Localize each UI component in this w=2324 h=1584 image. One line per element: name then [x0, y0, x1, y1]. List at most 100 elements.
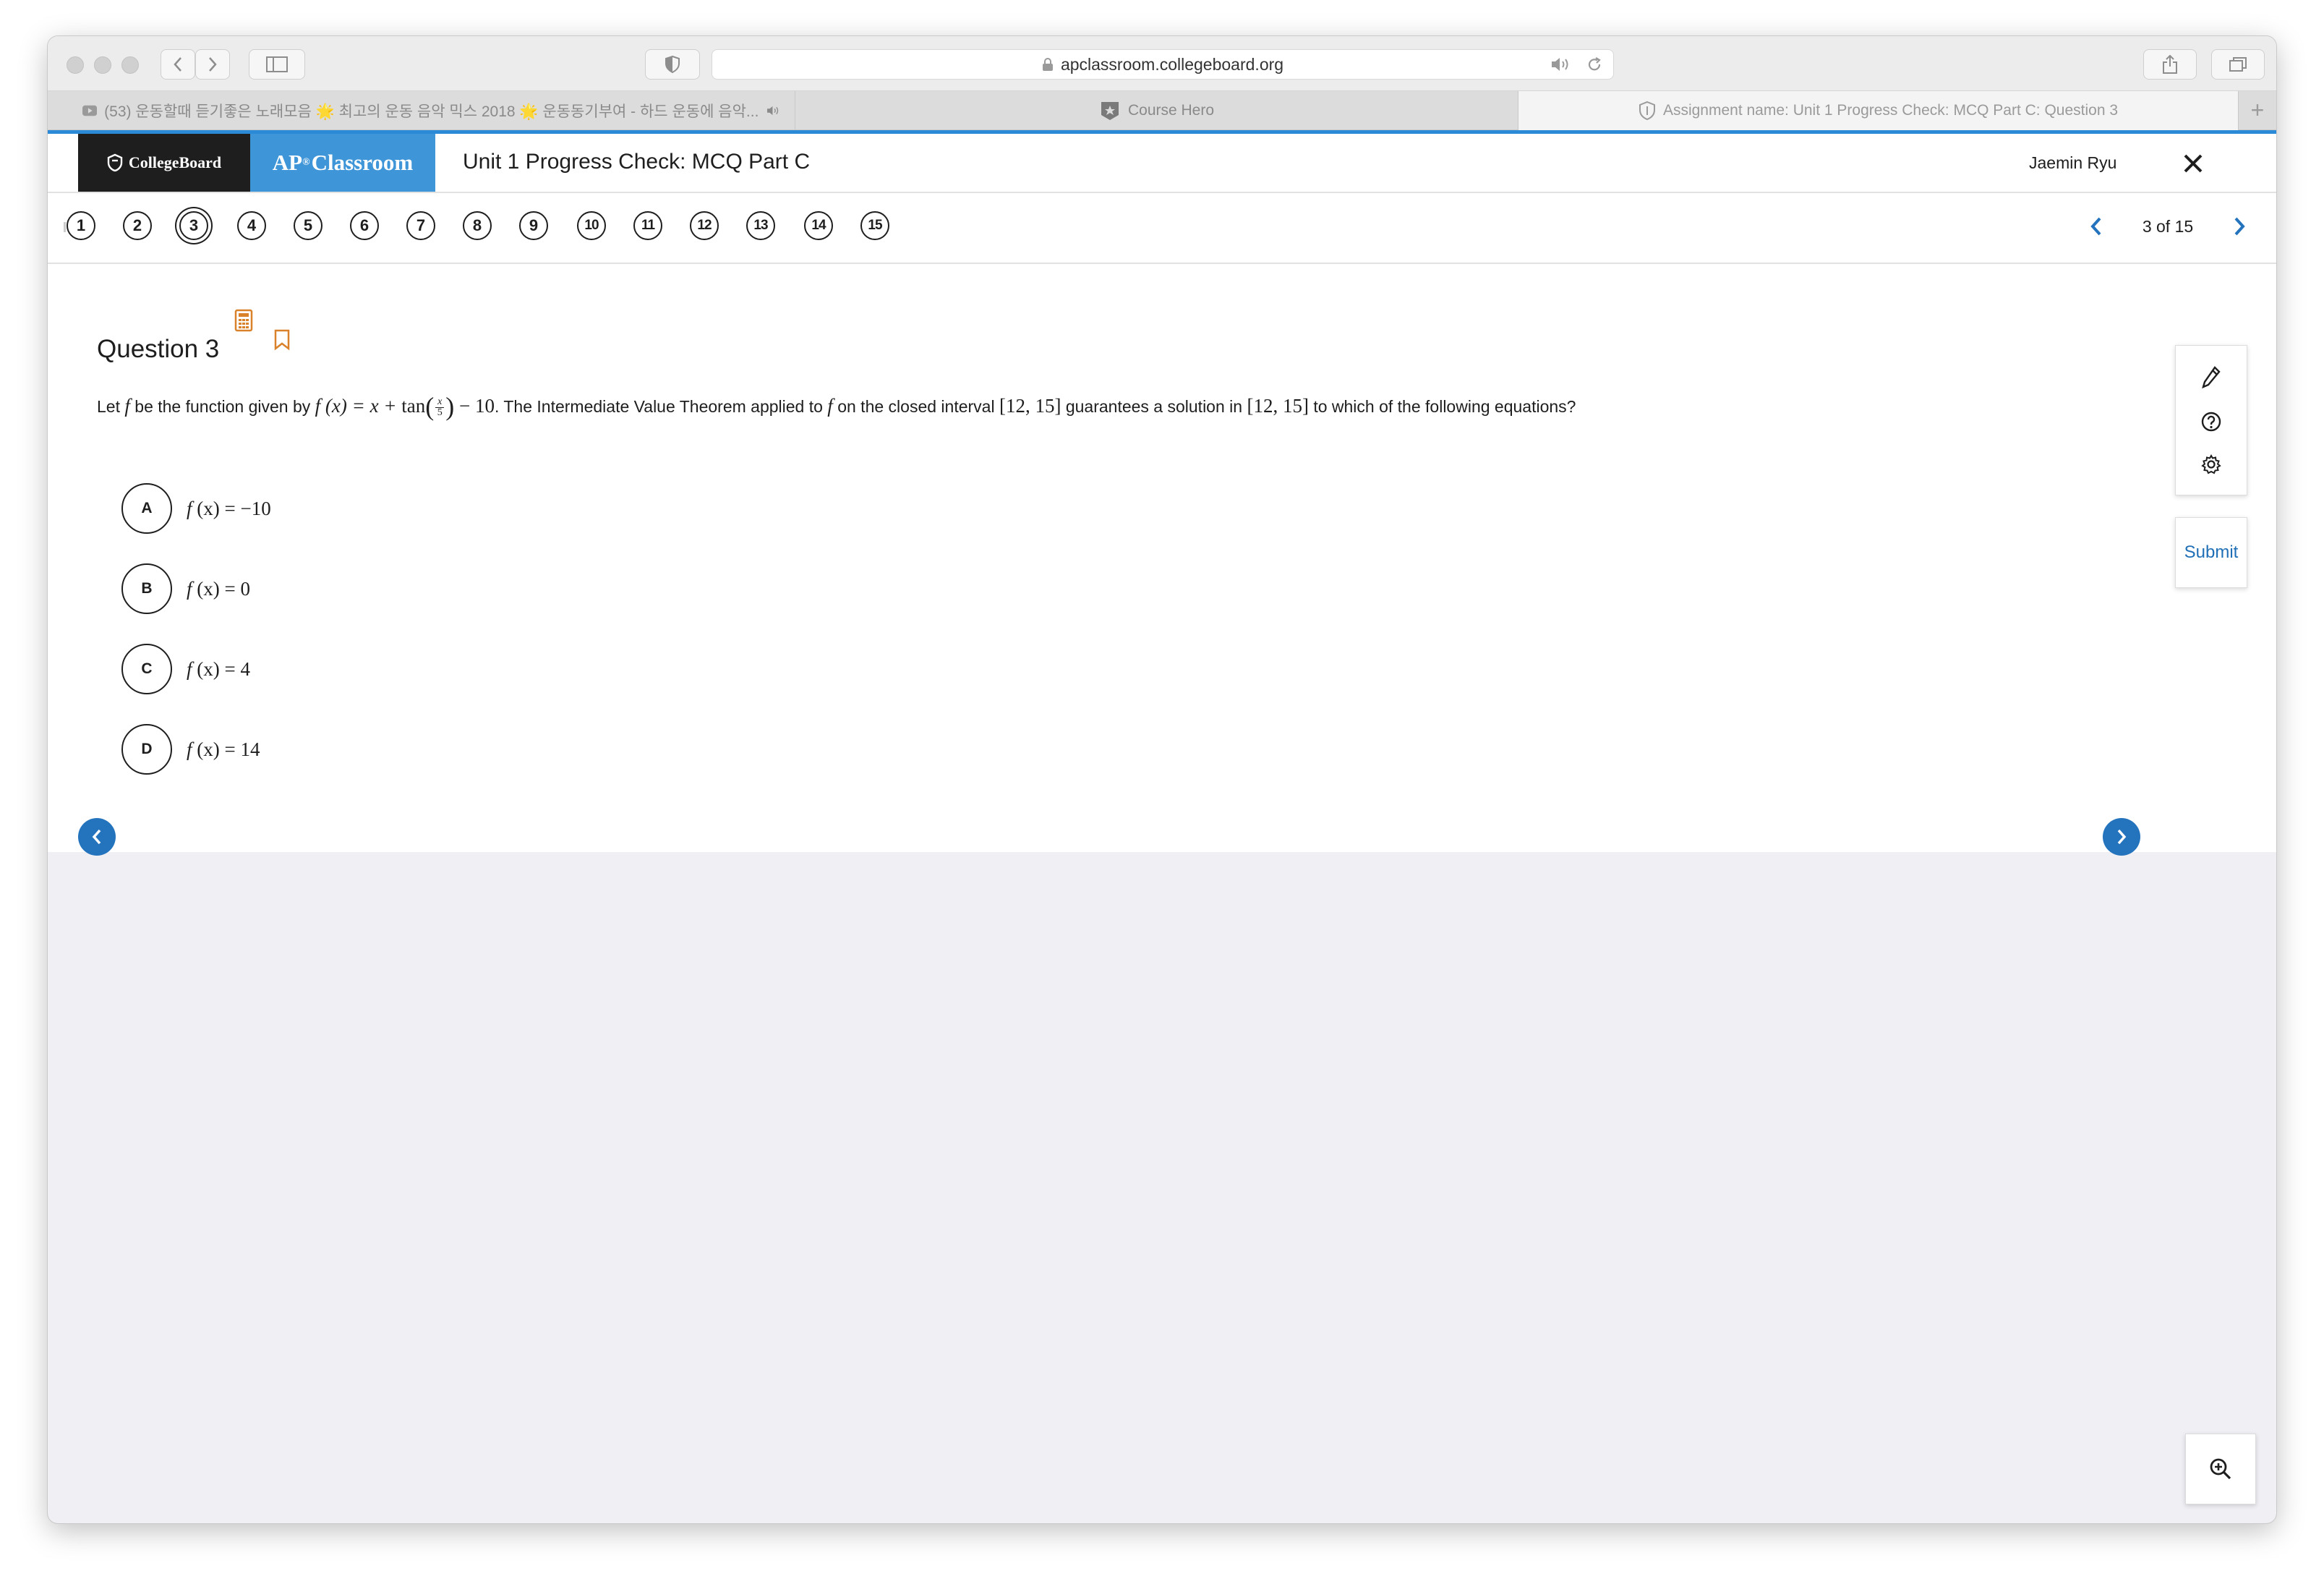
question-nav-12[interactable]: 12	[690, 211, 719, 240]
answer-option-b[interactable]: B f (x) = 0	[121, 563, 700, 614]
close-window-button[interactable]	[67, 56, 84, 74]
question-nav-11[interactable]: 11	[633, 211, 662, 240]
answer-option-c[interactable]: C f (x) = 4	[121, 644, 700, 694]
chevron-left-icon[interactable]	[2088, 216, 2104, 237]
address-bar[interactable]: apclassroom.collegeboard.org	[712, 49, 1614, 80]
question-nav-4[interactable]: 4	[237, 211, 266, 240]
browser-tabs: (53) 운동할때 듣기좋은 노래모음 🌟 최고의 운동 음악 믹스 2018 …	[48, 91, 2276, 130]
speaker-icon[interactable]	[1550, 56, 1573, 73]
tab-youtube[interactable]: (53) 운동할때 듣기좋은 노래모음 🌟 최고의 운동 음악 믹스 2018 …	[48, 91, 795, 130]
bookmark-icon[interactable]	[273, 329, 291, 351]
option-letter[interactable]: D	[121, 724, 172, 775]
stem-math: − 10	[454, 395, 495, 417]
option-letter[interactable]: A	[121, 483, 172, 534]
registered-mark: ®	[302, 157, 310, 168]
collegeboard-logo[interactable]: CollegeBoard	[78, 134, 250, 192]
fraction: x5	[435, 397, 445, 419]
speaker-icon[interactable]	[766, 103, 782, 119]
option-text: f (x) = −10	[187, 498, 271, 520]
option-text: f (x) = 4	[187, 658, 250, 681]
scroll-left-indicator	[64, 222, 66, 232]
tab-label: Assignment name: Unit 1 Progress Check: …	[1662, 102, 2119, 119]
help-icon[interactable]	[2200, 411, 2222, 433]
question-nav-3[interactable]: 3	[179, 211, 208, 240]
share-icon	[2163, 54, 2177, 74]
submit-button[interactable]: Submit	[2175, 517, 2247, 588]
privacy-report-button[interactable]	[645, 49, 700, 80]
user-name[interactable]: Jaemin Ryu	[2029, 153, 2116, 173]
stem-text: guarantees a solution in	[1065, 397, 1243, 416]
question-position: 3 of 15	[2142, 216, 2194, 236]
forward-button[interactable]	[195, 49, 230, 80]
question-nav-7[interactable]: 7	[406, 211, 435, 240]
previous-question-button[interactable]	[78, 818, 116, 856]
question-nav-8[interactable]: 8	[463, 211, 492, 240]
option-rhs: (x) = 14	[192, 738, 260, 760]
question-panel: Question 3 Let f be the function given b…	[48, 264, 2276, 856]
option-rhs: (x) = −10	[192, 497, 271, 519]
stem-text: to which of the following equations?	[1313, 397, 1576, 416]
stem-text: . The Intermediate Value Theorem applied…	[495, 397, 823, 416]
option-lhs: f	[187, 738, 192, 760]
chevron-right-icon	[209, 57, 217, 72]
answer-option-a[interactable]: A f (x) = −10	[121, 483, 700, 534]
pencil-icon[interactable]	[2200, 365, 2222, 390]
question-nav-15[interactable]: 15	[860, 211, 889, 240]
zoom-window-button[interactable]	[121, 56, 139, 74]
interval-math: [12, 15]	[1247, 395, 1309, 417]
question-nav-13[interactable]: 13	[746, 211, 775, 240]
settings-icon[interactable]	[2200, 454, 2222, 475]
browser-window: apclassroom.collegeboard.org (53) 운동할때 듣…	[48, 36, 2276, 1523]
sidebar-icon	[266, 56, 288, 72]
paren-open: (	[425, 392, 435, 421]
fraction-denominator: 5	[437, 407, 443, 419]
chevron-left-icon	[92, 829, 101, 845]
calculator-icon[interactable]	[234, 309, 253, 332]
question-nav-10[interactable]: 10	[577, 211, 606, 240]
tab-overview-button[interactable]	[2211, 49, 2265, 80]
option-text: f (x) = 0	[187, 578, 250, 600]
next-question-button[interactable]	[2103, 818, 2140, 856]
option-letter[interactable]: B	[121, 563, 172, 614]
browser-toolbar: apclassroom.collegeboard.org	[48, 36, 2276, 91]
question-pager: 3 of 15	[2088, 208, 2247, 245]
chevron-right-icon[interactable]	[2231, 216, 2247, 237]
question-navigator: 1 2 3 4 5 6 7 8 9 10 11 12 13 14 15 3 of…	[48, 193, 2276, 264]
question-stem: Let f be the function given by f (x) = x…	[97, 391, 1576, 422]
question-nav-1[interactable]: 1	[67, 211, 95, 240]
answer-option-d[interactable]: D f (x) = 14	[121, 724, 700, 775]
ap-classroom-logo[interactable]: AP ® Classroom	[250, 134, 435, 192]
option-rhs: (x) = 4	[192, 657, 250, 680]
tab-label: Course Hero	[1127, 102, 1215, 119]
question-nav-2[interactable]: 2	[123, 211, 152, 240]
tools-panel	[2175, 345, 2247, 495]
option-lhs: f	[187, 577, 192, 600]
close-icon[interactable]	[2179, 150, 2207, 177]
question-nav-6[interactable]: 6	[350, 211, 379, 240]
app-header: CollegeBoard AP ® Classroom Unit 1 Progres…	[48, 134, 2276, 193]
tab-course-hero[interactable]: Course Hero	[795, 91, 1518, 130]
new-tab-button[interactable]: +	[2239, 91, 2276, 129]
question-nav-9[interactable]: 9	[519, 211, 548, 240]
minimize-window-button[interactable]	[94, 56, 111, 74]
paren-close: )	[445, 392, 455, 421]
question-nav-14[interactable]: 14	[804, 211, 833, 240]
tab-assignment[interactable]: Assignment name: Unit 1 Progress Check: …	[1518, 91, 2239, 130]
question-nav-5[interactable]: 5	[294, 211, 322, 240]
chevron-left-icon	[174, 57, 181, 72]
tabs-icon	[2229, 57, 2247, 72]
reload-icon[interactable]	[1586, 56, 1603, 73]
sidebar-toggle-button[interactable]	[249, 49, 305, 80]
zoom-button[interactable]	[2185, 1434, 2256, 1504]
youtube-icon	[82, 105, 98, 116]
function-definition: f (x) = x + tan(x 5) − 10	[315, 392, 495, 421]
stem-math: f	[124, 395, 130, 417]
plus-icon: +	[2250, 97, 2265, 123]
interval-math: [12, 15]	[999, 395, 1061, 417]
share-button[interactable]	[2143, 49, 2197, 80]
zoom-in-icon	[2210, 1458, 2231, 1480]
back-button[interactable]	[161, 49, 195, 80]
acorn-shield-icon	[107, 153, 123, 172]
option-letter[interactable]: C	[121, 644, 172, 694]
option-lhs: f	[187, 657, 192, 680]
